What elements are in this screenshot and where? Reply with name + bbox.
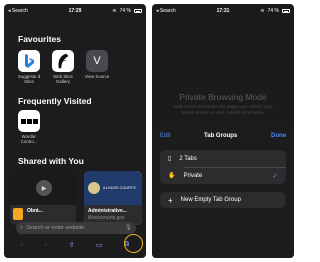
back-to-search-link[interactable]: ◂ Search [8,8,112,14]
tabs-button-highlight [124,234,143,253]
bbc-icon [18,110,40,132]
shared-card-title: Obrá... [27,208,43,214]
status-time: 17:31 [216,8,230,14]
battery-percent: 74 % [267,8,279,14]
wifi-icon: ≋ [112,8,117,14]
plus-icon: + [168,195,173,205]
play-icon: ▶ [36,180,52,196]
status-bar: ◂ Search 17:31 ≋ 74 % [152,4,294,18]
new-empty-tab-group-button[interactable]: + New Empty Tab Group [160,192,286,208]
frequent-label: Wordle: Contro... [20,134,38,145]
seal-icon [88,182,100,194]
favourite-label: View Source [84,74,110,79]
hand-icon: ✋ [168,173,176,179]
back-to-search-link[interactable]: ◂ Search [156,8,260,14]
favourite-label: Web Slice Gallery [53,74,73,85]
favourite-web-slice-gallery[interactable]: Web Slice Gallery [50,50,76,84]
battery-icon [282,9,290,13]
favourite-label: Suggeste d Sites [17,74,41,85]
safari-start-page-screen: ◂ Search 17:29 ≋ 74 % Favourites Suggest… [4,4,146,258]
tab-groups-title: Tab Groups [204,133,238,139]
favourite-view-source[interactable]: V View Source [84,50,110,79]
status-time: 17:29 [68,8,82,14]
checkmark-icon: ✓ [272,172,278,180]
address-search-bar[interactable]: ⌕ Search or enter website 🎙 [16,222,136,234]
forward-icon[interactable]: › [45,242,47,249]
battery-percent: 74 % [119,8,131,14]
status-bar: ◂ Search 17:29 ≋ 74 % [4,4,146,18]
share-icon[interactable]: ⇪ [69,241,75,249]
done-button[interactable]: Done [271,133,286,139]
wifi-icon: ≋ [260,8,265,14]
tab-group-private[interactable]: ✋ Private ✓ [160,167,286,184]
shared-card-illinois[interactable]: ILLINOIS COURTS Administrative... illino… [84,171,142,225]
shared-card-video[interactable]: ▶ Obrá... [10,171,76,225]
tab-group-list: ▯ 2 Tabs ✋ Private ✓ [160,150,286,184]
tab-group-label: 2 Tabs [179,155,197,162]
microphone-icon[interactable]: 🎙 [125,225,132,231]
tab-group-2-tabs[interactable]: ▯ 2 Tabs [160,150,286,167]
tab-groups-sheet [152,124,294,258]
feather-icon [52,50,74,72]
search-icon: ⌕ [20,224,24,231]
illinois-thumbnail: ILLINOIS COURTS [84,171,142,205]
phone-icon: ▯ [168,156,172,162]
new-group-label: New Empty Tab Group [180,197,241,203]
shared-card-title: Administrative... [88,208,127,214]
favourites-heading: Favourites [18,34,61,44]
frequently-visited-heading: Frequently Visited [18,96,92,106]
back-icon[interactable]: ‹ [21,242,23,249]
private-browsing-title: Private Browsing Mode [179,92,267,102]
battery-icon [134,9,142,13]
video-thumbnail: ▶ [10,171,76,205]
v-icon: V [86,50,108,72]
shared-with-you-heading: Shared with You [18,156,84,166]
search-input[interactable]: Search or enter website [26,225,122,231]
private-browsing-screen: ◂ Search 17:31 ≋ 74 % Private Browsing M… [152,4,294,258]
tab-groups-header: Edit Tab Groups Done [152,129,294,143]
edit-button[interactable]: Edit [160,133,170,139]
private-browsing-subtitle: Safari won't remember the pages you visi… [173,104,273,115]
tab-group-label: Private [183,172,203,179]
frequent-item-wordle[interactable]: Wordle: Contro... [16,110,42,144]
illinois-courts-title: ILLINOIS COURTS [103,185,136,190]
bing-icon [18,50,40,72]
shared-card-subtitle: illinoiscourts.gov [88,215,125,221]
favourite-suggested-sites[interactable]: Suggeste d Sites [16,50,42,84]
site-icon [13,208,23,220]
bookmarks-icon[interactable]: ▭ [96,241,103,249]
